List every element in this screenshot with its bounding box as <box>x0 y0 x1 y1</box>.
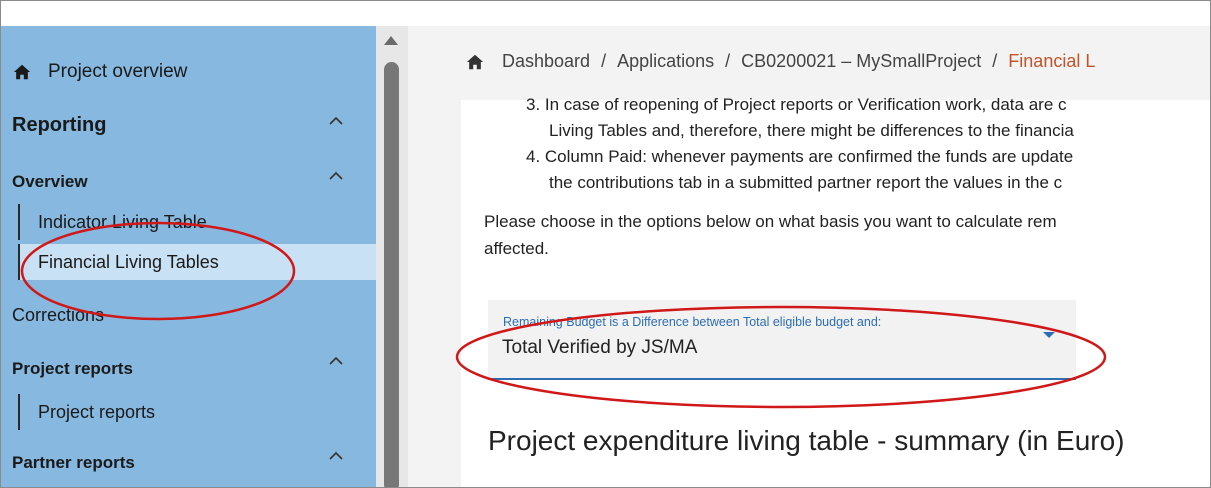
content-card: 3. In case of reopening of Project repor… <box>461 95 1210 487</box>
breadcrumb: Dashboard / Applications / CB0200021 – M… <box>466 51 1095 72</box>
instruction-text: Please choose in the options below on wh… <box>484 212 1057 231</box>
select-value: Total Verified by JS/MA <box>502 337 698 358</box>
breadcrumb-separator: / <box>601 51 607 71</box>
sidebar-item-label: Project reports <box>38 401 156 422</box>
sidebar: Project overview Reporting Overview Indi… <box>1 26 376 487</box>
project-overview-label: Project overview <box>48 61 188 82</box>
note-line: 4. Column Paid: whenever payments are co… <box>526 147 1074 166</box>
scroll-up-arrow-icon[interactable] <box>384 36 398 45</box>
section-reporting[interactable]: Reporting <box>12 114 106 137</box>
chevron-up-icon[interactable] <box>329 116 343 126</box>
app-window: Project overview Reporting Overview Indi… <box>0 0 1211 488</box>
section-overview[interactable]: Overview <box>12 172 88 192</box>
remaining-budget-select[interactable]: Remaining Budget is a Difference between… <box>488 300 1076 380</box>
breadcrumb-current: Financial L <box>1008 51 1096 71</box>
project-overview-link[interactable]: Project overview <box>13 61 187 83</box>
chevron-up-icon[interactable] <box>329 356 343 366</box>
home-icon[interactable] <box>466 53 484 71</box>
breadcrumb-applications[interactable]: Applications <box>617 51 714 72</box>
section-partner-reports[interactable]: Partner reports <box>12 453 135 473</box>
breadcrumb-separator: / <box>992 51 998 71</box>
note-line: Living Tables and, therefore, there migh… <box>549 121 1074 140</box>
note-line: 3. In case of reopening of Project repor… <box>526 95 1067 114</box>
breadcrumb-dashboard[interactable]: Dashboard <box>502 51 590 72</box>
chevron-up-icon[interactable] <box>329 171 343 181</box>
home-icon <box>13 64 31 80</box>
sidebar-item-corrections[interactable]: Corrections <box>12 305 104 326</box>
sidebar-item-label: Indicator Living Table <box>38 211 207 232</box>
scroll-thumb[interactable] <box>384 62 399 487</box>
caret-down-icon[interactable] <box>1043 332 1055 338</box>
section-heading: Project expenditure living table - summa… <box>488 425 1125 456</box>
chevron-up-icon[interactable] <box>329 451 343 461</box>
breadcrumb-project[interactable]: CB0200021 – MySmallProject <box>741 51 981 72</box>
breadcrumb-separator: / <box>725 51 731 71</box>
sidebar-item-label: Financial Living Tables <box>38 251 219 272</box>
sidebar-item-project-reports[interactable]: Project reports <box>18 394 155 430</box>
select-label: Remaining Budget is a Difference between… <box>503 315 882 329</box>
note-line: the contributions tab in a submitted par… <box>549 173 1063 192</box>
main-content: Dashboard / Applications / CB0200021 – M… <box>408 26 1210 487</box>
section-project-reports[interactable]: Project reports <box>12 359 133 379</box>
instruction-text: affected. <box>484 239 549 258</box>
sidebar-scrollbar[interactable] <box>376 26 408 487</box>
sidebar-item-indicator-living-table[interactable]: Indicator Living Table <box>18 204 207 240</box>
sidebar-item-financial-living-tables[interactable]: Financial Living Tables <box>18 244 376 280</box>
